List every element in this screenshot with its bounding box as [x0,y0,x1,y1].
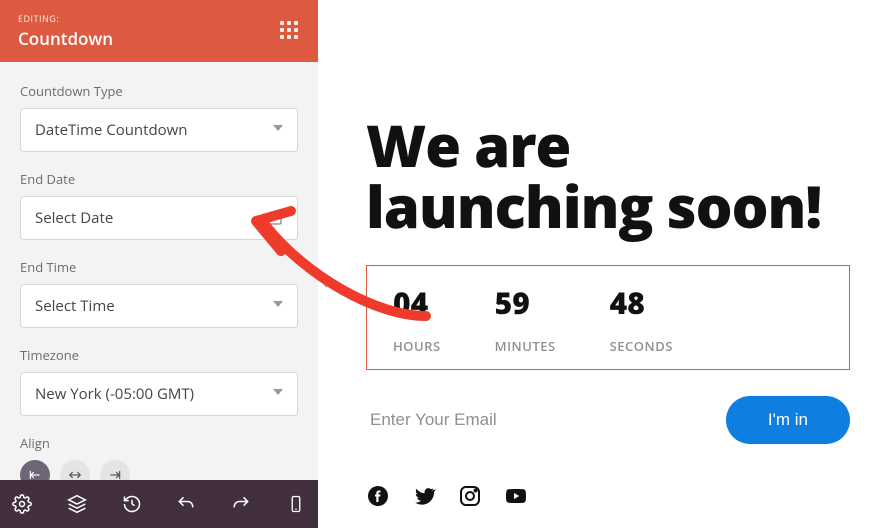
panel-footer [0,480,318,528]
mobile-preview-icon[interactable] [285,493,306,515]
redo-icon[interactable] [231,493,252,515]
timezone-label: Timezone [20,346,298,364]
countdown-type-value: DateTime Countdown [35,120,187,140]
editor-panel: EDITING: Countdown Countdown Type DateTi… [0,0,318,528]
countdown-type-label: Countdown Type [20,82,298,100]
calendar-icon [267,210,283,226]
timezone-value: New York (-05:00 GMT) [35,384,194,404]
align-right-button[interactable] [100,460,130,480]
email-capture-row: I'm in [366,396,850,444]
countdown-hours: 04 HOURS [393,282,441,355]
countdown-seconds: 48 SECONDS [610,282,673,355]
panel-body: Countdown Type DateTime Countdown End Da… [0,62,318,480]
history-icon[interactable] [121,493,142,515]
headline-line2: launching soon! [366,166,821,245]
seconds-value: 48 [610,282,673,323]
hours-label: HOURS [393,337,441,355]
align-label: Align [20,434,298,452]
end-date-value: Select Date [35,208,113,228]
countdown-minutes: 59 MINUTES [495,282,556,355]
drag-handle-icon[interactable] [280,21,300,41]
undo-icon[interactable] [176,493,197,515]
seconds-label: SECONDS [610,337,673,355]
preview-canvas: We are launching soon! 04 HOURS 59 MINUT… [318,0,880,528]
timezone-select[interactable]: New York (-05:00 GMT) [20,372,298,416]
countdown-widget[interactable]: 04 HOURS 59 MINUTES 48 SECONDS [366,265,850,370]
headline: We are launching soon! [366,115,850,237]
chevron-down-icon [273,125,283,135]
hours-value: 04 [393,282,441,323]
end-time-select[interactable]: Select Time [20,284,298,328]
email-input[interactable] [366,400,704,440]
countdown-type-select[interactable]: DateTime Countdown [20,108,298,152]
panel-title: Countdown [18,27,113,50]
settings-icon[interactable] [12,493,33,515]
panel-header: EDITING: Countdown [0,0,318,62]
twitter-icon[interactable] [412,484,436,513]
end-time-label: End Time [20,258,298,276]
end-time-value: Select Time [35,296,115,316]
editing-label: EDITING: [18,12,113,25]
chevron-down-icon [273,389,283,399]
submit-button[interactable]: I'm in [726,396,850,444]
minutes-label: MINUTES [495,337,556,355]
chevron-down-icon [273,301,283,311]
facebook-icon[interactable] [366,484,390,513]
end-date-label: End Date [20,170,298,188]
youtube-icon[interactable] [504,484,528,513]
social-links [366,484,850,513]
instagram-icon[interactable] [458,484,482,513]
layers-icon[interactable] [67,493,88,515]
end-date-input[interactable]: Select Date [20,196,298,240]
minutes-value: 59 [495,282,556,323]
align-center-button[interactable] [60,460,90,480]
align-left-button[interactable] [20,460,50,480]
